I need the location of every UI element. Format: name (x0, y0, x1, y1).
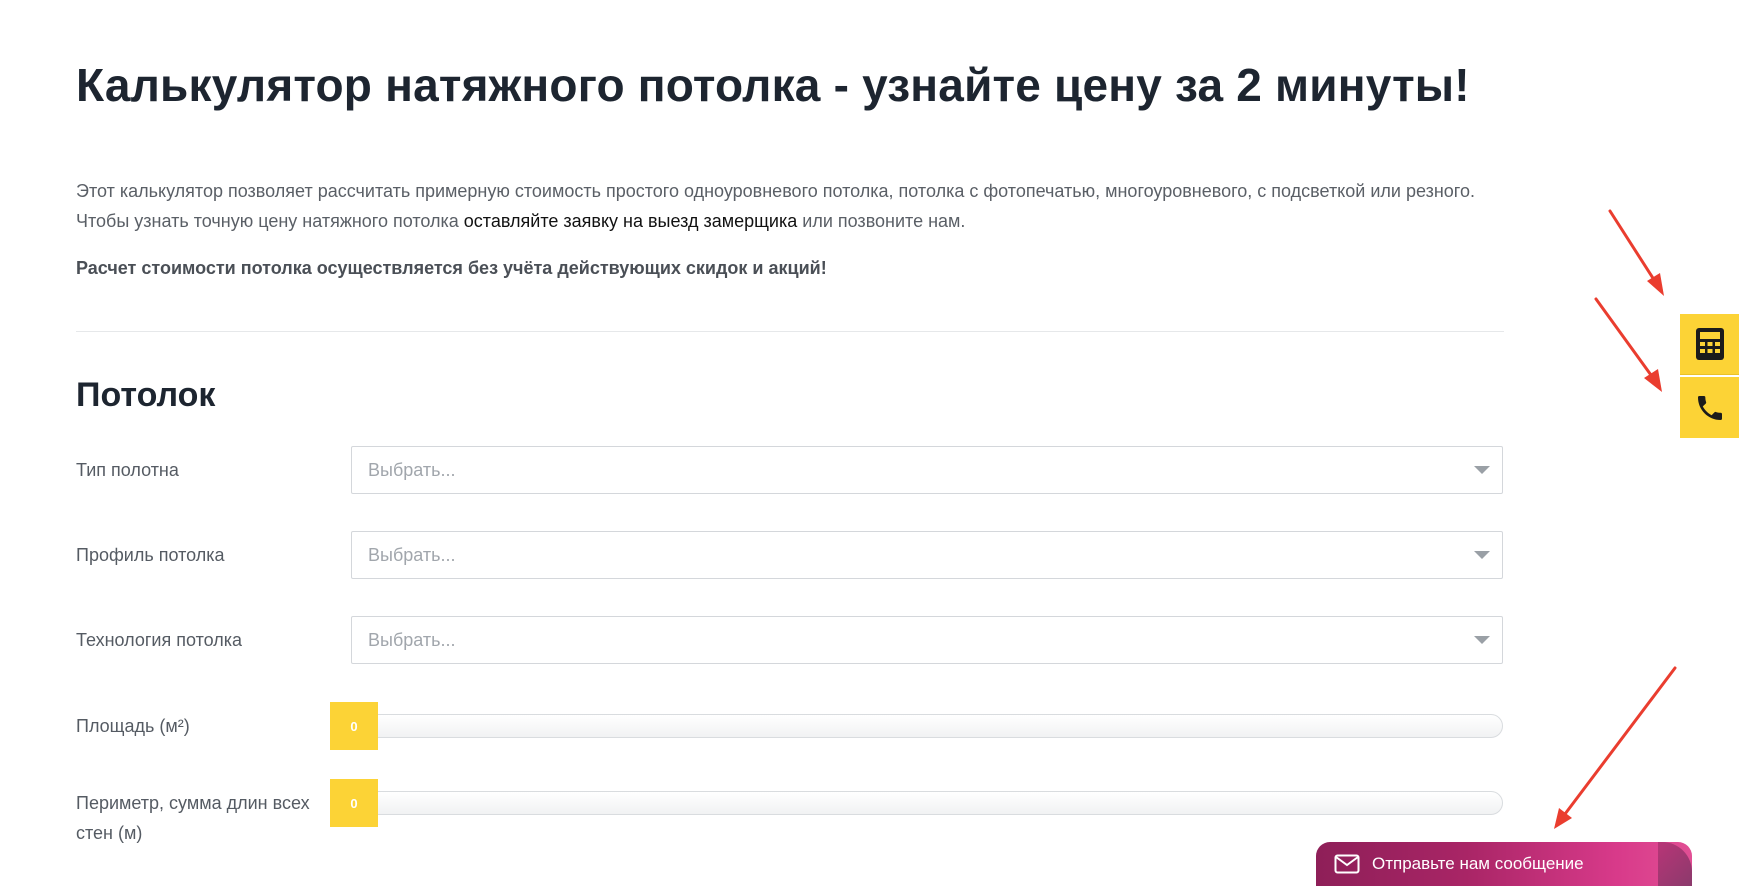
phone-icon (1697, 395, 1722, 420)
annotation-arrows (1554, 209, 1677, 829)
canvas-type-select[interactable]: Выбрать... (351, 446, 1503, 494)
area-slider-handle[interactable]: 0 (330, 702, 378, 750)
divider (76, 331, 1504, 332)
profile-label: Профиль потолка (76, 545, 225, 565)
phone-button[interactable] (1680, 377, 1739, 438)
calculator-button[interactable] (1680, 314, 1739, 375)
perimeter-slider-track[interactable] (351, 791, 1503, 815)
arrow-to-chat (1560, 666, 1677, 820)
canvas-type-label: Тип полотна (76, 460, 179, 480)
arrowhead-phone (1644, 369, 1662, 392)
canvas-type-placeholder: Выбрать... (368, 459, 456, 480)
page-title: Калькулятор натяжного потолка - узнайте … (76, 59, 1470, 111)
perimeter-slider-handle[interactable]: 0 (330, 779, 378, 827)
intro-text-end: или позвоните нам. (797, 211, 966, 231)
chevron-down-icon (1474, 636, 1490, 644)
profile-placeholder: Выбрать... (368, 544, 456, 565)
chevron-down-icon (1474, 466, 1490, 474)
technology-select[interactable]: Выбрать... (351, 616, 1503, 664)
envelope-icon (1334, 854, 1360, 874)
intro-text: Этот калькулятор позволяет рассчитать пр… (76, 176, 1516, 236)
send-message-button[interactable]: Отправьте нам сообщение (1316, 842, 1692, 886)
discount-note: Расчет стоимости потолка осуществляется … (76, 258, 827, 278)
arrowhead-chat (1554, 808, 1572, 829)
arrow-to-calculator (1608, 209, 1660, 288)
section-title: Потолок (76, 376, 216, 414)
area-label: Площадь (м²) (76, 716, 190, 736)
send-message-label: Отправьте нам сообщение (1372, 854, 1584, 873)
technology-label: Технология потолка (76, 630, 243, 650)
profile-select[interactable]: Выбрать... (351, 531, 1503, 579)
arrow-to-phone (1594, 297, 1658, 384)
perimeter-label: Периметр, сумма длин всех стен (м) (76, 793, 310, 843)
chevron-down-icon (1474, 551, 1490, 559)
technology-placeholder: Выбрать... (368, 629, 456, 650)
calculator-icon (1695, 328, 1724, 360)
chat-corner-decoration (1658, 842, 1692, 886)
area-slider-track[interactable] (351, 714, 1503, 738)
request-measurer-link[interactable]: оставляйте заявку на выезд замерщика (464, 211, 797, 231)
arrowhead-calculator (1647, 273, 1664, 296)
